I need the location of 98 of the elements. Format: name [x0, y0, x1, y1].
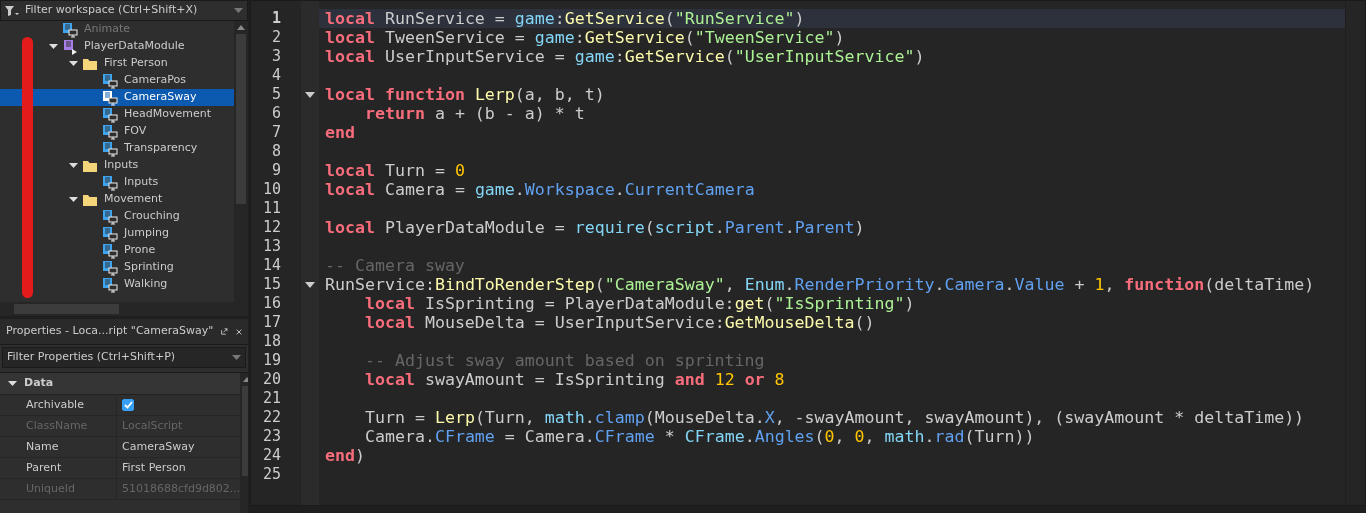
line-number: 25 — [261, 465, 282, 484]
scroll-up-arrow-icon[interactable] — [237, 25, 245, 30]
line-number: 7 — [270, 123, 282, 142]
filter-field[interactable]: Filter Properties (Ctrl+Shift+P) — [2, 347, 246, 368]
code-line: local MouseDelta = UserInputService:GetMouseDelta() — [363, 313, 876, 332]
code-line: local UserInputService = game:GetService("UserInputService") — [324, 47, 926, 66]
expanded-arrow-icon[interactable] — [68, 59, 78, 68]
property-value[interactable]: CameraSway — [122, 438, 195, 456]
script-icon — [102, 259, 118, 276]
tree-item[interactable]: Jumping — [0, 225, 234, 242]
line-number: 14 — [261, 256, 282, 275]
tree-item[interactable]: FOV — [0, 123, 234, 140]
tree-item[interactable]: Inputs — [0, 174, 234, 191]
code-line: end — [324, 123, 356, 142]
code-line: -- Camera sway — [324, 256, 466, 275]
line-number: 19 — [261, 351, 282, 370]
script-icon — [62, 21, 78, 38]
panel-title: Properties - Loca...ript "CameraSway" — [6, 323, 214, 340]
filter-field[interactable]: Filter workspace (Ctrl+Shift+X) — [0, 0, 248, 21]
line-number: 8 — [270, 142, 282, 161]
tree-item[interactable]: CameraSway — [0, 89, 234, 106]
script-icon — [102, 225, 118, 242]
tree-item[interactable]: Inputs — [0, 157, 234, 174]
line-number: 2 — [270, 28, 282, 47]
code-line: local IsSprinting = PlayerDataModule:get("IsSprinting") — [363, 294, 916, 313]
code-line: Turn = Lerp(Turn, math.clamp(MouseDelta.X, -swayAmount, swayAmount), (swayAmount * deltaTime)) — [363, 408, 1306, 427]
line-number: 10 — [261, 180, 282, 199]
code-line: local PlayerDataModule = require(script.Parent.Parent) — [324, 218, 866, 237]
code-line: local TweenService = game:GetService("TweenService") — [324, 28, 846, 47]
horizontal-scrollbar[interactable] — [0, 302, 248, 316]
tree-item[interactable]: Sprinting — [0, 259, 234, 276]
line-number: 13 — [261, 237, 282, 256]
line-number: 24 — [261, 446, 282, 465]
filter-input[interactable]: Filter workspace (Ctrl+Shift+X) — [25, 2, 228, 19]
property-name: ClassName — [0, 416, 117, 436]
code-line: local function Lerp(a, b, t) — [324, 85, 606, 104]
code-line: local Turn = 0 — [324, 161, 466, 180]
tree-item[interactable]: Crouching — [0, 208, 234, 225]
property-name: Archivable — [0, 395, 117, 415]
tree-item[interactable]: PlayerDataModule — [0, 38, 234, 55]
script-icon — [102, 123, 118, 140]
line-number: 9 — [270, 161, 282, 180]
caret-icon[interactable] — [232, 354, 241, 361]
vertical-scrollbar[interactable] — [234, 21, 248, 302]
line-number: 23 — [261, 427, 282, 446]
tree-item[interactable]: Transparency — [0, 140, 234, 157]
line-number: 15 — [261, 275, 282, 294]
section-header[interactable]: Data — [24, 375, 54, 392]
expanded-arrow-icon[interactable] — [48, 42, 58, 51]
checkbox[interactable] — [122, 399, 134, 411]
script-icon — [102, 242, 118, 259]
line-number: 17 — [261, 313, 282, 332]
line-number: 3 — [270, 47, 282, 66]
filter-icon[interactable] — [5, 4, 19, 17]
line-number: 11 — [261, 199, 282, 218]
caret-icon[interactable] — [234, 7, 243, 14]
code-line: RunService:BindToRenderStep("CameraSway", Enum.RenderPriority.Camera.Value + 1, function(deltaTime) — [324, 275, 1316, 294]
code-line: return a + (b - a) * t — [363, 104, 586, 123]
code-line: Camera.CFrame = Camera.CFrame * CFrame.Angles(0, 0, math.rad(Turn)) — [363, 427, 1036, 446]
line-number: 5 — [270, 85, 282, 104]
script-icon — [102, 106, 118, 123]
script-icon — [102, 140, 118, 157]
expanded-arrow-icon[interactable] — [7, 379, 17, 388]
line-number: 22 — [261, 408, 282, 427]
line-number: 21 — [261, 389, 282, 408]
undock-icon[interactable] — [221, 326, 228, 337]
tree-item[interactable]: CameraPos — [0, 72, 234, 89]
tree-item[interactable]: Movement — [0, 191, 234, 208]
script-icon — [102, 276, 118, 293]
line-number: 4 — [270, 66, 282, 85]
tree-item[interactable]: Walking — [0, 276, 234, 293]
script-icon — [102, 72, 118, 89]
fold-arrow-icon[interactable] — [305, 281, 315, 288]
tree-item[interactable]: First Person — [0, 55, 234, 72]
code-line: local swayAmount = IsSprinting and 12 or 8 — [363, 370, 786, 389]
line-number: 18 — [261, 332, 282, 351]
line-number: 1 — [270, 9, 282, 28]
property-value[interactable]: First Person — [122, 459, 186, 477]
property-name: Name — [0, 437, 117, 457]
property-name: UniqueId — [0, 479, 117, 499]
line-number: 12 — [261, 218, 282, 237]
expanded-arrow-icon[interactable] — [68, 161, 78, 170]
tree-item[interactable]: HeadMovement — [0, 106, 234, 123]
script-icon — [102, 174, 118, 191]
code-line: local Camera = game.Workspace.CurrentCamera — [324, 180, 756, 199]
property-name: Parent — [0, 458, 117, 478]
expanded-arrow-icon[interactable] — [68, 195, 78, 204]
line-number: 6 — [270, 104, 282, 123]
filter-input[interactable]: Filter Properties (Ctrl+Shift+P) — [7, 349, 226, 366]
script-icon — [102, 208, 118, 225]
tree-item[interactable]: Prone — [0, 242, 234, 259]
line-number: 20 — [261, 370, 282, 389]
code-line: end) — [324, 446, 366, 465]
line-number: 16 — [261, 294, 282, 313]
code-line: -- Adjust sway amount based on sprinting — [363, 351, 766, 370]
fold-arrow-icon[interactable] — [305, 91, 315, 98]
script-icon — [102, 89, 118, 106]
module-script-icon — [62, 38, 78, 55]
